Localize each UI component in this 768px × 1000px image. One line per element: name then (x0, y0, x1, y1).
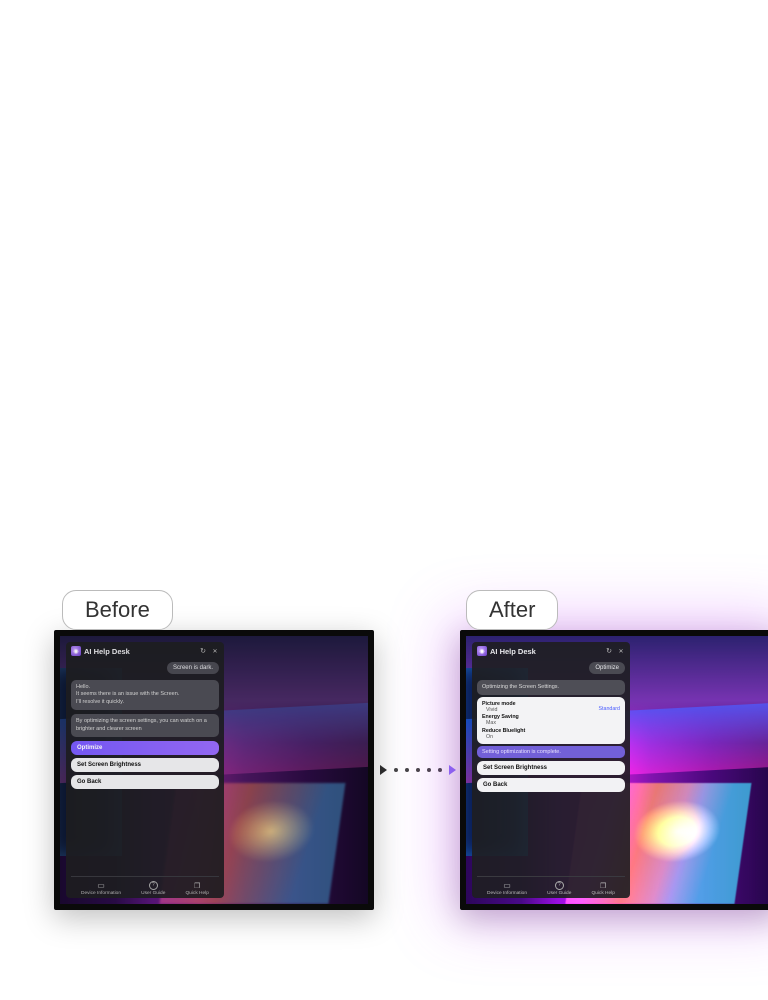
triangle-right-icon (449, 765, 456, 775)
refresh-icon[interactable] (199, 647, 207, 655)
quick-help-button[interactable]: Quick Help (591, 881, 614, 896)
setting-reduce-bluelight: Reduce Bluelight On (482, 728, 620, 740)
setting-picture-mode: Picture mode Vivid Standard (482, 701, 620, 712)
panel-header: ◉ AI Help Desk (477, 646, 625, 660)
quick-help-icon (193, 881, 202, 890)
before-label: Before (62, 590, 173, 630)
panel-title: AI Help Desk (84, 647, 196, 656)
status-message: Setting optimization is complete. (477, 746, 625, 758)
optimize-button[interactable]: Optimize (71, 741, 219, 755)
tv-after: ◉ AI Help Desk Optimize Optimizing the S… (460, 630, 768, 910)
user-message: Screen is dark. (167, 662, 219, 674)
help-icon (149, 881, 158, 890)
panel-footer: Device Information User Guide Quick Help (71, 876, 219, 896)
transition-arrow (380, 760, 456, 780)
ai-logo-icon: ◉ (71, 646, 81, 656)
close-icon[interactable] (211, 647, 219, 655)
panel-header: ◉ AI Help Desk (71, 646, 219, 660)
set-brightness-button[interactable]: Set Screen Brightness (477, 761, 625, 775)
panel-title: AI Help Desk (490, 647, 602, 656)
ai-help-desk-panel: ◉ AI Help Desk Screen is dark. Hello. It… (66, 642, 224, 898)
triangle-left-icon (380, 765, 387, 775)
help-icon (555, 881, 564, 890)
device-information-button[interactable]: Device Information (487, 881, 527, 896)
system-message: By optimizing the screen settings, you c… (71, 714, 219, 737)
refresh-icon[interactable] (605, 647, 613, 655)
after-label: After (466, 590, 558, 630)
setting-energy-saving: Energy Saving Max (482, 714, 620, 726)
go-back-button[interactable]: Go Back (477, 778, 625, 792)
quick-help-icon (599, 881, 608, 890)
ai-help-desk-panel: ◉ AI Help Desk Optimize Optimizing the S… (472, 642, 630, 898)
system-message: Optimizing the Screen Settings. (477, 680, 625, 695)
system-message: Hello. It seems there is an issue with t… (71, 680, 219, 710)
quick-help-button[interactable]: Quick Help (185, 881, 208, 896)
tv-before: ◉ AI Help Desk Screen is dark. Hello. It… (54, 630, 374, 910)
user-message: Optimize (589, 662, 625, 674)
close-icon[interactable] (617, 647, 625, 655)
device-information-button[interactable]: Device Information (81, 881, 121, 896)
settings-card: Picture mode Vivid Standard Energy Savin… (477, 697, 625, 744)
set-brightness-button[interactable]: Set Screen Brightness (71, 758, 219, 772)
user-guide-button[interactable]: User Guide (547, 881, 571, 896)
ai-logo-icon: ◉ (477, 646, 487, 656)
remote-icon (97, 881, 106, 890)
user-guide-button[interactable]: User Guide (141, 881, 165, 896)
go-back-button[interactable]: Go Back (71, 775, 219, 789)
panel-footer: Device Information User Guide Quick Help (477, 876, 625, 896)
remote-icon (503, 881, 512, 890)
